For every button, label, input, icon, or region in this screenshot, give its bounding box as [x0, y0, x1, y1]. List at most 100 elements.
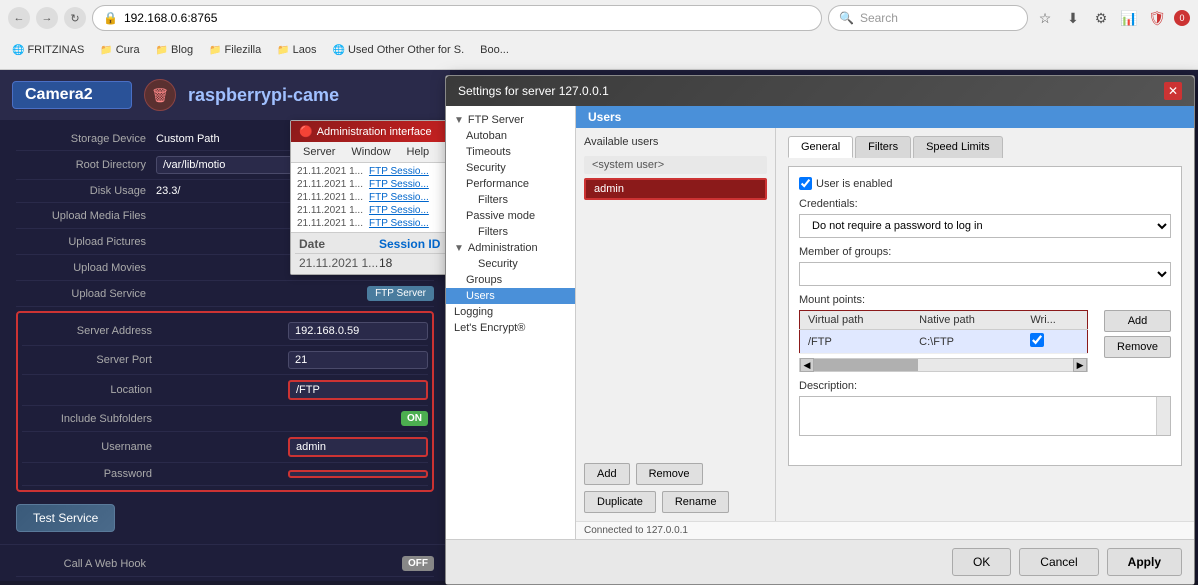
bookmark-laos[interactable]: 📁 Laos: [273, 42, 320, 58]
extensions-icon[interactable]: 📊: [1118, 7, 1140, 29]
username-value[interactable]: admin: [288, 437, 428, 457]
search-bar[interactable]: 🔍 Search: [828, 5, 1028, 31]
ftp-users-panel: Users Available users <system user> admi…: [576, 106, 1194, 539]
upload-movies-label: Upload Movies: [16, 262, 156, 274]
reload-button[interactable]: ↻: [64, 7, 86, 29]
mount-row[interactable]: /FTP C:\FTP: [800, 330, 1088, 354]
tree-performance[interactable]: Performance: [446, 176, 575, 192]
back-button[interactable]: ←: [8, 7, 30, 29]
session-date-header: Date: [299, 237, 379, 251]
apply-button[interactable]: Apply: [1107, 548, 1182, 576]
tree-label: Administration: [468, 242, 538, 254]
location-value[interactable]: /FTP: [288, 380, 428, 400]
scroll-track[interactable]: [814, 359, 1073, 371]
tree-security[interactable]: Security: [446, 160, 575, 176]
server-address-value[interactable]: 192.168.0.59: [288, 322, 428, 340]
remove-user-button[interactable]: Remove: [636, 463, 703, 485]
profile-icon[interactable]: 🛡: [1146, 7, 1168, 29]
cancel-button[interactable]: Cancel: [1019, 548, 1098, 576]
tree-label: Security: [466, 162, 506, 174]
admin-menu-server[interactable]: Server: [295, 144, 343, 160]
bookmark-boo[interactable]: Boo...: [476, 42, 513, 58]
tree-filters2[interactable]: Filters: [446, 224, 575, 240]
server-address-row: Server Address 192.168.0.59: [22, 317, 428, 346]
rename-user-button[interactable]: Rename: [662, 491, 730, 513]
test-service-button[interactable]: Test Service: [16, 504, 115, 532]
bookmarks-bar: 🌐 FRITZINAS 📁 Cura 📁 Blog 📁 Filezilla 📁 …: [0, 36, 1198, 64]
tree-filters[interactable]: Filters: [446, 192, 575, 208]
credentials-dropdown[interactable]: Do not require a password to log in: [799, 214, 1171, 238]
ok-button[interactable]: OK: [952, 548, 1011, 576]
favorites-icon[interactable]: ☆: [1034, 7, 1056, 29]
mount-remove-button[interactable]: Remove: [1104, 336, 1171, 358]
browser-chrome: ← → ↻ 🔒 192.168.0.6:8765 🔍 Search ☆ ⬇ ⚙ …: [0, 0, 1198, 70]
system-user-item[interactable]: <system user>: [584, 156, 767, 174]
tree-admin-security[interactable]: Security: [446, 256, 575, 272]
credentials-label: Credentials:: [799, 198, 1171, 210]
tree-users[interactable]: Users: [446, 288, 575, 304]
user-enabled-checkbox-label[interactable]: User is enabled: [799, 177, 892, 190]
tree-passive-mode[interactable]: Passive mode: [446, 208, 575, 224]
tree-groups[interactable]: Groups: [446, 272, 575, 288]
include-subfolders-row: Include Subfolders ON: [22, 406, 428, 432]
mount-write-checkbox-cell: [1022, 330, 1087, 354]
scroll-left-button[interactable]: ◀: [800, 358, 814, 372]
duplicate-user-button[interactable]: Duplicate: [584, 491, 656, 513]
bookmark-used-other[interactable]: 🌐 Used Other Other for S.: [329, 42, 469, 58]
upload-service-value[interactable]: FTP Server: [367, 286, 434, 301]
tree-label: Groups: [466, 274, 502, 286]
tree-administration[interactable]: ▼ Administration: [446, 240, 575, 256]
password-value[interactable]: [288, 470, 428, 478]
admin-user-item[interactable]: admin: [584, 178, 767, 200]
tree-lets-encrypt[interactable]: Let's Encrypt®: [446, 320, 575, 336]
user-enabled-checkbox[interactable]: [799, 177, 812, 190]
bookmark-blog[interactable]: 📁 Blog: [152, 42, 197, 58]
tree-label: Autoban: [466, 130, 507, 142]
mount-native-path-header: Native path: [911, 311, 1022, 330]
settings-icon[interactable]: ⚙: [1090, 7, 1112, 29]
tab-speed-limits[interactable]: Speed Limits: [913, 136, 1003, 158]
user-enabled-row: User is enabled: [799, 177, 1171, 190]
tree-label: Filters: [478, 194, 508, 206]
server-port-value[interactable]: 21: [288, 351, 428, 369]
bookmark-label: Cura: [116, 44, 140, 56]
scroll-right-button[interactable]: ▶: [1073, 358, 1087, 372]
bookmark-cura[interactable]: 📁 Cura: [96, 42, 143, 58]
delete-camera-button[interactable]: 🗑: [144, 79, 176, 111]
bookmark-fritzinas[interactable]: 🌐 FRITZINAS: [8, 42, 88, 58]
groups-label: Member of groups:: [799, 246, 1171, 258]
tree-ftp-server[interactable]: ▼ FTP Server: [446, 112, 575, 128]
modal-close-button[interactable]: ✕: [1164, 82, 1182, 100]
download-icon[interactable]: ⬇: [1062, 7, 1084, 29]
mount-add-button[interactable]: Add: [1104, 310, 1171, 332]
bookmark-label: Laos: [293, 44, 317, 56]
tree-timeouts[interactable]: Timeouts: [446, 144, 575, 160]
call-webhook-toggle[interactable]: OFF: [402, 556, 434, 571]
call-webhook-label: Call A Web Hook: [16, 558, 156, 570]
lock-icon: 🔒: [103, 11, 118, 25]
users-content: Available users <system user> admin Add …: [576, 128, 1194, 521]
include-subfolders-toggle[interactable]: ON: [401, 411, 428, 426]
groups-dropdown[interactable]: [799, 262, 1171, 286]
log-row: 21.11.2021 1... FTP Sessio...: [293, 178, 457, 191]
description-label: Description:: [799, 380, 1171, 392]
admin-menu-window[interactable]: Window: [343, 144, 398, 160]
url-bar[interactable]: 🔒 192.168.0.6:8765: [92, 5, 822, 31]
session-log-row[interactable]: 21.11.2021 1... 18: [295, 254, 455, 272]
add-user-button[interactable]: Add: [584, 463, 630, 485]
description-scrollbar[interactable]: [1156, 397, 1170, 435]
tab-general[interactable]: General: [788, 136, 853, 158]
server-address-label: Server Address: [22, 325, 162, 337]
tree-logging[interactable]: Logging: [446, 304, 575, 320]
tree-autoban[interactable]: Autoban: [446, 128, 575, 144]
folder-icon: 📁: [209, 45, 221, 56]
tab-filters[interactable]: Filters: [855, 136, 911, 158]
camera-name-box[interactable]: Camera2: [12, 81, 132, 109]
forward-button[interactable]: →: [36, 7, 58, 29]
bookmark-filezilla[interactable]: 📁 Filezilla: [205, 42, 265, 58]
mount-write-checkbox[interactable]: [1030, 333, 1044, 347]
horizontal-scrollbar[interactable]: ◀ ▶: [799, 358, 1088, 372]
admin-menu-help[interactable]: Help: [399, 144, 438, 160]
tree-label: Filters: [478, 226, 508, 238]
expand-icon: ▼: [454, 243, 464, 254]
